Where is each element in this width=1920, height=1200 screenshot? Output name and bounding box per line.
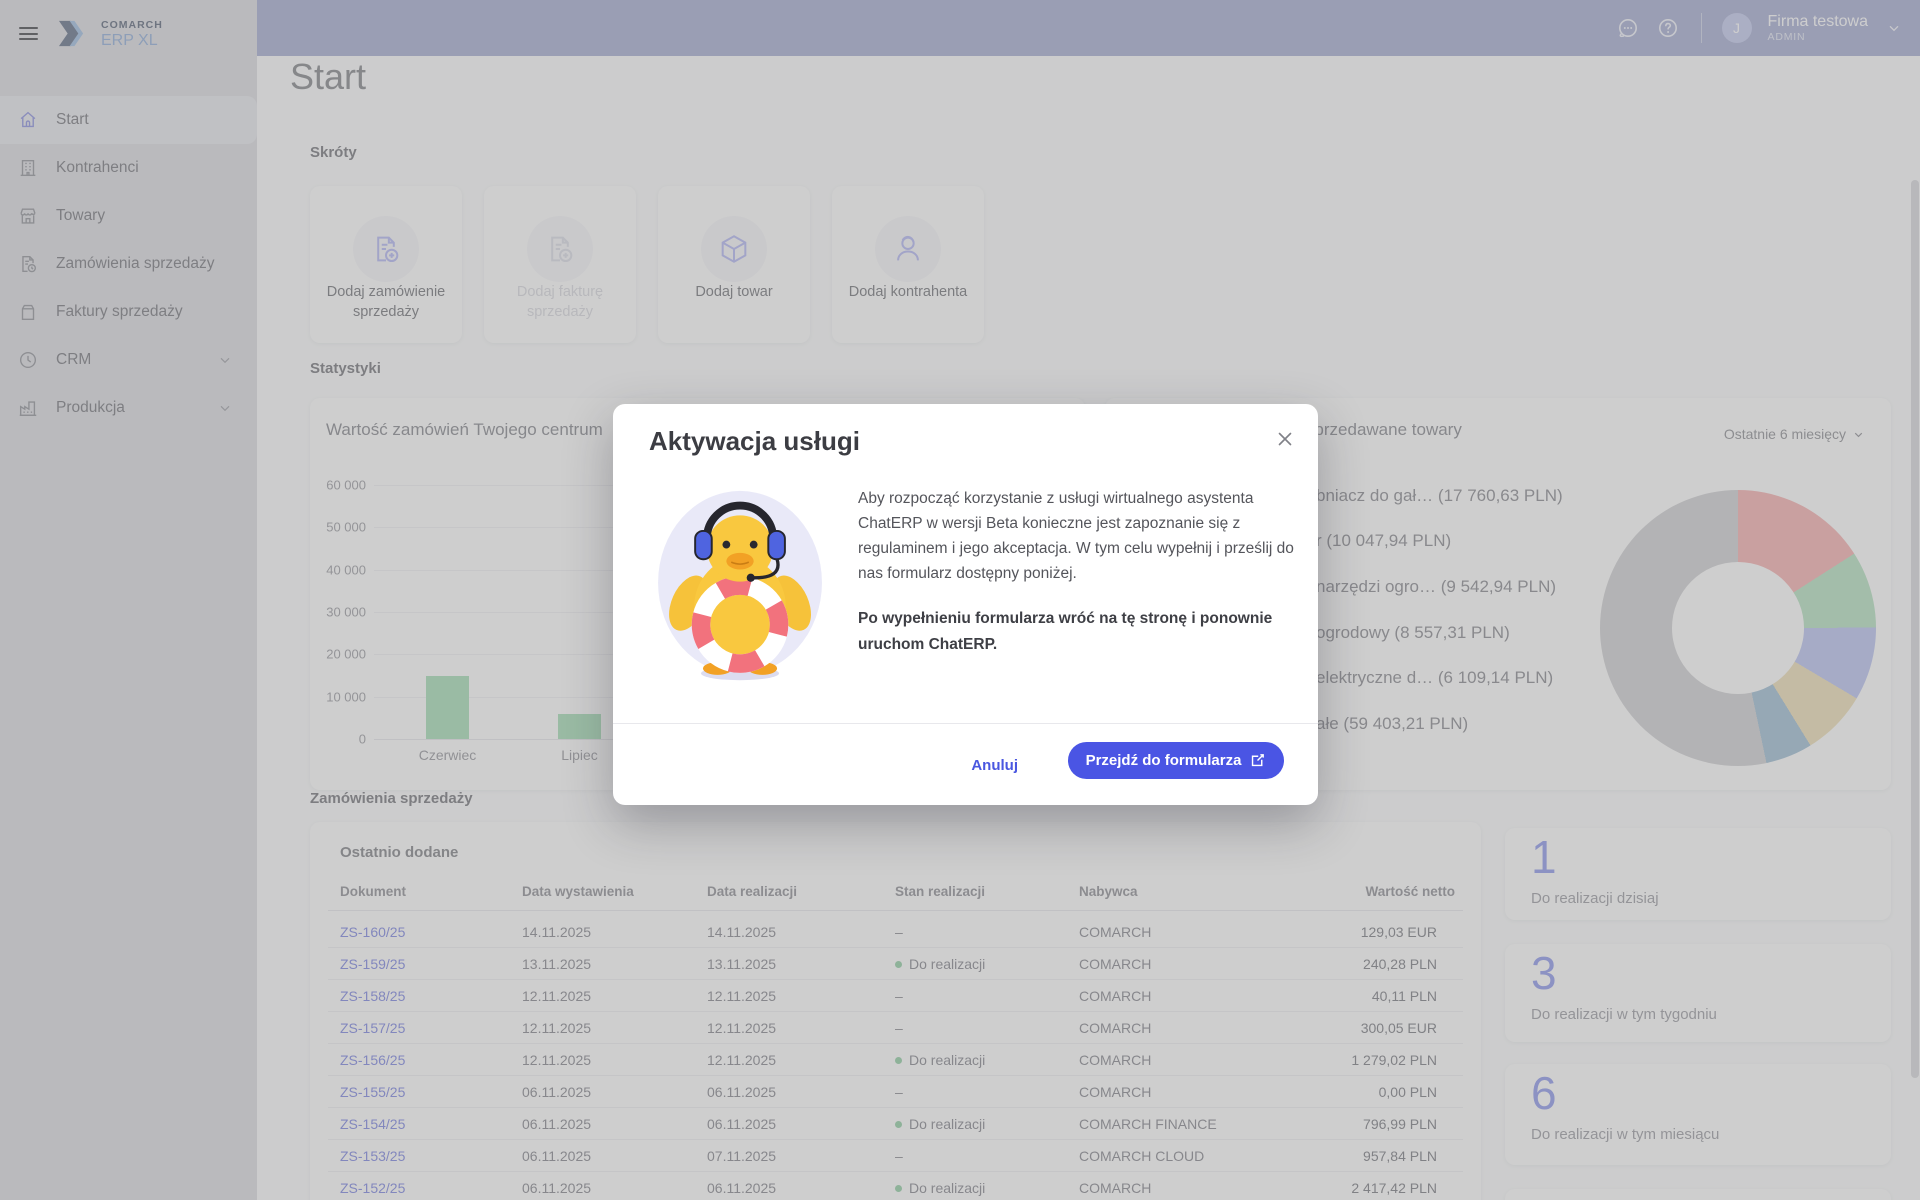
modal-body: Aby rozpocząć korzystanie z usługi wirtu…: [858, 486, 1300, 657]
activation-modal: Aktywacja usługi: [613, 404, 1318, 805]
modal-paragraph: Aby rozpocząć korzystanie z usługi wirtu…: [858, 486, 1300, 586]
modal-title: Aktywacja usługi: [649, 426, 860, 457]
duck-mascot-illustration: [653, 488, 829, 688]
external-link-icon: [1249, 752, 1266, 769]
app-root: J Firma testowa ADMIN COMARCH ERP XL: [0, 0, 1920, 1200]
go-to-form-button[interactable]: Przejdź do formularza: [1068, 742, 1284, 779]
cancel-button[interactable]: Anuluj: [963, 751, 1026, 780]
modal-footer: Anuluj Przejdź do formularza: [613, 723, 1318, 805]
close-icon[interactable]: [1274, 428, 1296, 450]
go-to-form-label: Przejdź do formularza: [1086, 752, 1242, 769]
modal-paragraph-bold: Po wypełnieniu formularza wróć na tę str…: [858, 606, 1300, 656]
